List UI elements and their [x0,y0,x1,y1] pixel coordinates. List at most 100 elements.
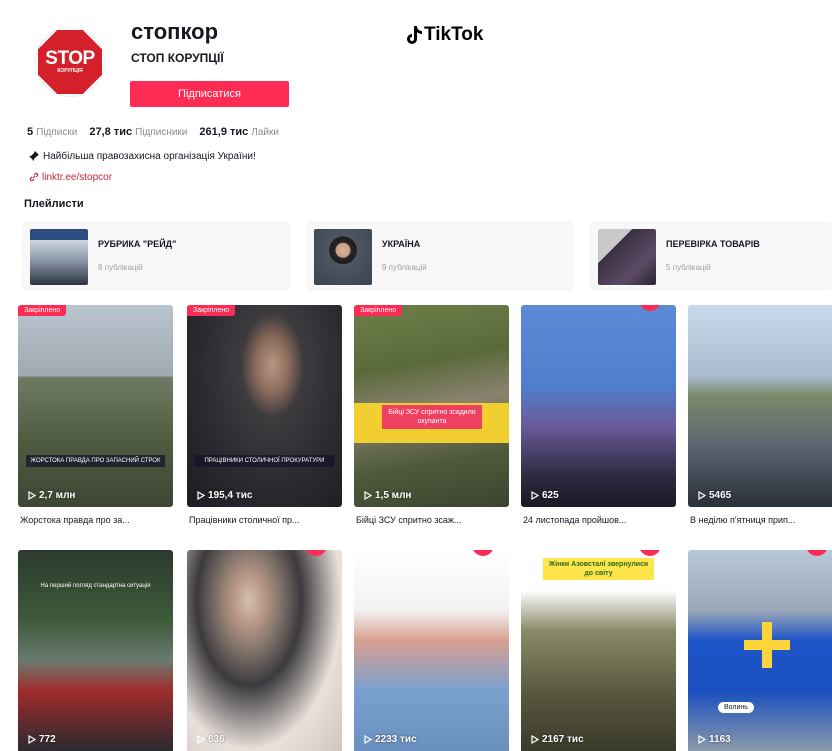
video-card[interactable]: Закріплено ПРАЦІВНИКИ СТОЛИЧНОЇ ПРОКУРАТ… [187,305,342,507]
play-icon [698,735,706,744]
tiktok-logo[interactable]: TikTok [405,24,483,46]
playlist-thumbnail [30,229,88,285]
cross-emblem-icon [744,622,790,668]
play-icon [531,735,539,744]
video-thumbnail [18,305,173,507]
video-overlay-text: Жінки Азовсталі звернулися до світу [543,558,654,580]
video-card[interactable]: Закріплено ЖОРСТОКА ПРАВДА ПРО ЗАПАСНИЙ … [18,305,173,507]
play-icon [197,491,205,500]
video-caption[interactable]: В неділю п'ятниця прип... [690,515,832,525]
video-views: 2233 тис [364,734,417,745]
views-count: 2233 тис [375,734,417,745]
video-views: 625 [531,490,559,501]
video-views: 195,4 тис [197,490,252,501]
pinned-badge: Закріплено [187,305,236,316]
follow-button[interactable]: Підписатися [130,81,289,107]
link-text: linktr.ee/stopcor [42,172,113,183]
views-count: 625 [542,490,559,501]
stat-followers[interactable]: 27,8 тис Підписники [89,126,187,138]
video-views: 772 [28,734,56,745]
tiktok-wordmark: TikTok [424,24,484,45]
video-overlay-text: Бійці ЗСУ спритно зсадили окупанта [382,405,482,429]
video-thumbnail [521,550,676,751]
stop-sign-logo: STOP КОРУПЦІЯ [38,30,102,94]
video-card[interactable]: 625 [521,305,676,507]
stat-likes: 261,9 тис Лайки [199,126,279,138]
video-card[interactable]: 5465 [688,305,832,507]
play-icon [28,735,36,744]
stat-followers-label: Підписники [135,127,188,138]
bio-text: Найбільша правозахисна організація Украї… [43,151,256,162]
video-caption[interactable]: Жорстока правда про за... [20,515,175,525]
video-card[interactable]: Жінки Азовсталі звернулися до світу 2167… [521,550,676,751]
video-thumbnail [688,305,832,507]
playlist-count: 5 публікацій [666,263,711,272]
video-overlay-text: На перший погляд стандартна ситуація [40,583,151,589]
video-overlay-text: ЖОРСТОКА ПРАВДА ПРО ЗАПАСНИЙ СТРОК [26,455,165,467]
stat-following-value: 5 [27,126,34,138]
views-count: 636 [208,734,225,745]
profile-avatar[interactable]: STOP КОРУПЦІЯ [36,28,104,96]
play-icon [197,735,205,744]
video-views: 1,5 млн [364,490,411,501]
avatar-subtext: КОРУПЦІЯ [57,67,83,74]
views-count: 2167 тис [542,734,584,745]
stat-followers-value: 27,8 тис [89,126,133,138]
views-count: 772 [39,734,56,745]
views-count: 5465 [709,490,732,501]
stat-likes-value: 261,9 тис [199,126,249,138]
video-overlay-text: Волинь [718,702,754,713]
profile-link[interactable]: linktr.ee/stopcor [29,172,112,183]
stat-following[interactable]: 5 Підписки [27,126,77,138]
video-thumbnail [187,550,342,751]
pinned-badge: Закріплено [18,305,67,316]
video-views: 2167 тис [531,734,584,745]
video-card[interactable]: 2233 тис [354,550,509,751]
play-icon [364,735,372,744]
link-icon [29,172,39,182]
views-count: 1163 [709,734,731,745]
avatar-stop-text: STOP [45,47,95,69]
playlist-card[interactable]: УКРАЇНА 9 публікацій [306,221,574,291]
play-icon [28,491,36,500]
profile-nickname: СТОП КОРУПЦІЇ [131,51,224,65]
video-views: 1163 [698,734,731,745]
video-views: 5465 [698,490,731,501]
playlist-title: УКРАЇНА [382,239,421,249]
video-overlay-text: ПРАЦІВНИКИ СТОЛИЧНОЇ ПРОКУРАТУРИ [195,455,334,467]
video-caption[interactable]: 24 листопада пройшов... [523,515,678,525]
tiktok-note-icon [407,26,422,44]
profile-stats: 5 Підписки 27,8 тис Підписники 261,9 тис Ла… [27,126,279,138]
video-views: 636 [197,734,225,745]
video-card[interactable]: На перший погляд стандартна ситуація 772 [18,550,173,751]
video-thumbnail [187,305,342,507]
playlist-card[interactable]: РУБРИКА "РЕЙД" 8 публікацій [22,221,290,291]
video-caption[interactable]: Працівники столичної пр... [189,515,344,525]
views-count: 2,7 млн [39,490,76,501]
video-thumbnail [521,305,676,507]
video-caption[interactable]: Бійці ЗСУ спритно зсаж... [356,515,511,525]
profile-bio: Найбільша правозахисна організація Украї… [29,151,256,162]
playlist-title: РУБРИКА "РЕЙД" [98,239,177,249]
stat-following-label: Підписки [36,127,78,138]
pinned-badge: Закріплено [354,305,403,316]
video-card[interactable]: 636 [187,550,342,751]
playlists-heading: Плейлисти [24,198,84,210]
views-count: 195,4 тис [208,490,253,501]
playlist-thumbnail [314,229,372,285]
playlist-title: ПЕРЕВІРКА ТОВАРІВ [666,239,760,249]
playlist-count: 8 публікацій [98,263,143,272]
playlist-card[interactable]: ПЕРЕВІРКА ТОВАРІВ 5 публікацій [590,221,832,291]
play-icon [364,491,372,500]
profile-username: стопкор [131,19,219,44]
video-thumbnail [354,550,509,751]
play-icon [531,491,539,500]
playlist-count: 9 публікацій [382,263,427,272]
video-views: 2,7 млн [28,490,75,501]
views-count: 1,5 млн [375,490,412,501]
playlist-thumbnail [598,229,656,285]
video-card[interactable]: Волинь 1163 [688,550,832,751]
pushpin-icon [29,151,39,161]
stat-likes-label: Лайки [251,127,279,138]
video-card[interactable]: Закріплено Бійці ЗСУ спритно зсадили оку… [354,305,509,507]
